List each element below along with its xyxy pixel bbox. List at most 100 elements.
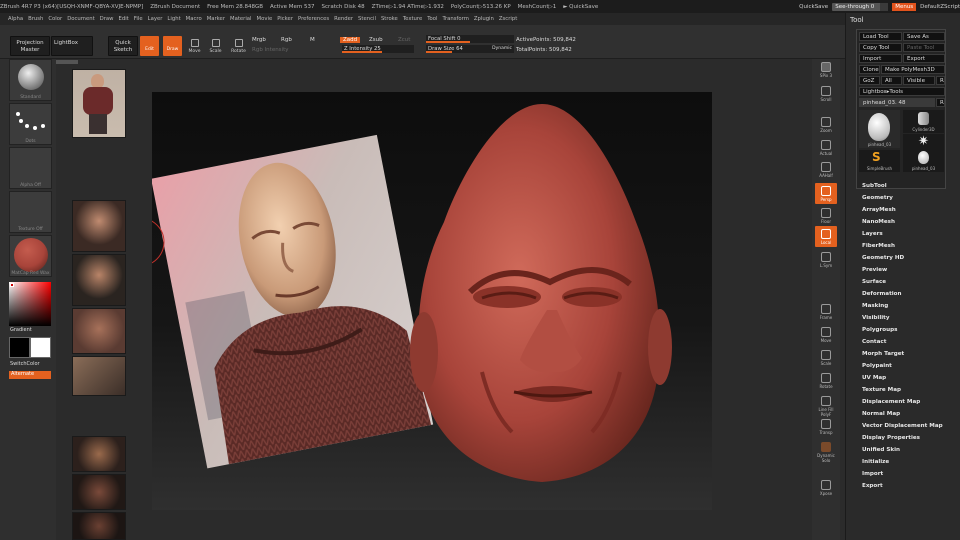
submenu-preview[interactable]: Preview bbox=[862, 264, 943, 276]
menu-texture[interactable]: Texture bbox=[403, 16, 422, 22]
reference-thumb-4[interactable] bbox=[72, 356, 126, 396]
submenu-contact[interactable]: Contact bbox=[862, 336, 943, 348]
submenu-masking[interactable]: Masking bbox=[862, 300, 943, 312]
make-polymesh-button[interactable]: Make PolyMesh3D bbox=[881, 65, 945, 74]
submenu-fibermesh[interactable]: FiberMesh bbox=[862, 240, 943, 252]
submenu-polypaint[interactable]: Polypaint bbox=[862, 360, 943, 372]
menu-tool[interactable]: Tool bbox=[427, 16, 437, 22]
secondary-color-swatch[interactable] bbox=[30, 337, 51, 358]
brush-slot[interactable]: Standard bbox=[9, 59, 52, 101]
menu-macro[interactable]: Macro bbox=[186, 16, 202, 22]
frame-button[interactable]: Frame bbox=[815, 301, 837, 322]
menu-document[interactable]: Document bbox=[67, 16, 94, 22]
menu-stroke[interactable]: Stroke bbox=[381, 16, 398, 22]
move-button[interactable]: Move bbox=[185, 36, 204, 56]
spix-button[interactable]: SPix 3 bbox=[815, 59, 837, 80]
submenu-nanomesh[interactable]: NanoMesh bbox=[862, 216, 943, 228]
scale-button[interactable]: Scale bbox=[206, 36, 225, 56]
alternate-button[interactable]: Alternate bbox=[9, 371, 51, 379]
see-through-slider[interactable]: See-through 0 bbox=[832, 2, 889, 11]
r-button-2[interactable]: R bbox=[936, 98, 945, 107]
menu-file[interactable]: File bbox=[134, 16, 143, 22]
reference-thumb-2[interactable] bbox=[72, 254, 126, 306]
rotate-view-button[interactable]: Rotate bbox=[815, 370, 837, 391]
menu-picker[interactable]: Picker bbox=[277, 16, 293, 22]
submenu-displacement-map[interactable]: Displacement Map bbox=[862, 396, 943, 408]
thumbs-scrollbar[interactable] bbox=[56, 60, 78, 64]
projection-master-button[interactable]: Projection Master bbox=[10, 36, 50, 56]
submenu-display-properties[interactable]: Display Properties bbox=[862, 432, 943, 444]
reference-thumb-6[interactable] bbox=[72, 474, 126, 510]
copy-tool-button[interactable]: Copy Tool bbox=[859, 43, 902, 52]
menu-zplugin[interactable]: Zplugin bbox=[474, 16, 494, 22]
zadd-button[interactable]: Zadd bbox=[340, 37, 361, 43]
all-button[interactable]: All bbox=[881, 76, 902, 85]
scroll-button[interactable]: Scroll bbox=[815, 83, 837, 104]
rotate-button[interactable]: Rotate bbox=[229, 36, 248, 56]
menu-color[interactable]: Color bbox=[48, 16, 62, 22]
polyf-button[interactable]: Line Fill PolyF bbox=[815, 393, 837, 417]
tool-thumb-cylinder[interactable]: Cylinder3D bbox=[903, 110, 944, 133]
gradient-label[interactable]: Gradient bbox=[10, 327, 32, 333]
submenu-normal-map[interactable]: Normal Map bbox=[862, 408, 943, 420]
submenu-texture-map[interactable]: Texture Map bbox=[862, 384, 943, 396]
tool-thumb-pinhead[interactable]: pinhead_03 bbox=[859, 110, 900, 148]
submenu-deformation[interactable]: Deformation bbox=[862, 288, 943, 300]
submenu-geometry-hd[interactable]: Geometry HD bbox=[862, 252, 943, 264]
material-slot[interactable]: MatCap Red Wax bbox=[9, 235, 52, 277]
menu-light[interactable]: Light bbox=[167, 16, 180, 22]
quicksave-button[interactable]: QuickSave bbox=[799, 4, 828, 10]
edit-button[interactable]: Edit bbox=[140, 36, 159, 56]
import-button[interactable]: Import bbox=[859, 54, 902, 63]
alpha-slot[interactable]: Alpha Off bbox=[9, 147, 52, 189]
menu-movie[interactable]: Movie bbox=[257, 16, 273, 22]
scale-view-button[interactable]: Scale bbox=[815, 347, 837, 368]
tool-thumb-pinhead-2[interactable]: pinhead_03 bbox=[903, 150, 944, 172]
switch-color-button[interactable]: SwitchColor bbox=[10, 361, 40, 367]
reference-thumb-3[interactable] bbox=[72, 308, 126, 354]
menu-edit[interactable]: Edit bbox=[119, 16, 129, 22]
submenu-layers[interactable]: Layers bbox=[862, 228, 943, 240]
stroke-slot[interactable]: Dots bbox=[9, 103, 52, 145]
document-canvas[interactable] bbox=[115, 92, 712, 510]
m-button[interactable]: M bbox=[310, 37, 315, 43]
zsub-button[interactable]: Zsub bbox=[369, 37, 383, 43]
submenu-unified-skin[interactable]: Unified Skin bbox=[862, 444, 943, 456]
sculpted-head-model[interactable] bbox=[410, 104, 672, 482]
menu-zscript[interactable]: Zscript bbox=[499, 16, 517, 22]
paste-tool-button[interactable]: Paste Tool bbox=[903, 43, 945, 52]
reference-thumb-figure[interactable] bbox=[72, 69, 126, 138]
persp-button[interactable]: Persp bbox=[815, 183, 837, 204]
visible-button[interactable]: Visible bbox=[903, 76, 935, 85]
menu-draw[interactable]: Draw bbox=[100, 16, 114, 22]
actual-button[interactable]: Actual bbox=[815, 137, 837, 158]
submenu-arraymesh[interactable]: ArrayMesh bbox=[862, 204, 943, 216]
menu-material[interactable]: Material bbox=[230, 16, 252, 22]
mrgb-button[interactable]: Mrgb bbox=[252, 37, 266, 43]
menu-preferences[interactable]: Preferences bbox=[298, 16, 329, 22]
submenu-visibility[interactable]: Visibility bbox=[862, 312, 943, 324]
tool-thumb-simplebrush[interactable]: S SimpleBrush bbox=[859, 150, 900, 172]
aahalf-button[interactable]: AAHalf bbox=[815, 159, 837, 180]
load-tool-button[interactable]: Load Tool bbox=[859, 32, 902, 41]
menu-alpha[interactable]: Alpha bbox=[8, 16, 23, 22]
submenu-import[interactable]: Import bbox=[862, 468, 943, 480]
local-button[interactable]: Local bbox=[815, 226, 837, 247]
color-picker[interactable] bbox=[9, 282, 51, 326]
reference-thumb-1[interactable] bbox=[72, 200, 126, 252]
rgb-button[interactable]: Rgb bbox=[281, 37, 292, 43]
dynamic-toggle[interactable]: Dynamic bbox=[492, 45, 512, 53]
transp-button[interactable]: Transp bbox=[815, 416, 837, 437]
clone-button[interactable]: Clone bbox=[859, 65, 880, 74]
main-color-swatch[interactable] bbox=[9, 337, 30, 358]
lsym-button[interactable]: L.Sym bbox=[815, 249, 837, 270]
goz-button[interactable]: GoZ bbox=[859, 76, 880, 85]
submenu-export[interactable]: Export bbox=[862, 480, 943, 492]
submenu-morph-target[interactable]: Morph Target bbox=[862, 348, 943, 360]
menu-stencil[interactable]: Stencil bbox=[358, 16, 376, 22]
floor-button[interactable]: Floor bbox=[815, 205, 837, 226]
rgb-intensity-slider[interactable]: Rgb Intensity bbox=[252, 47, 289, 53]
default-zscript-button[interactable]: DefaultZScript bbox=[920, 4, 960, 10]
current-tool-slider[interactable]: pinhead_03. 48 bbox=[859, 98, 935, 107]
zoom-button[interactable]: Zoom bbox=[815, 114, 837, 135]
